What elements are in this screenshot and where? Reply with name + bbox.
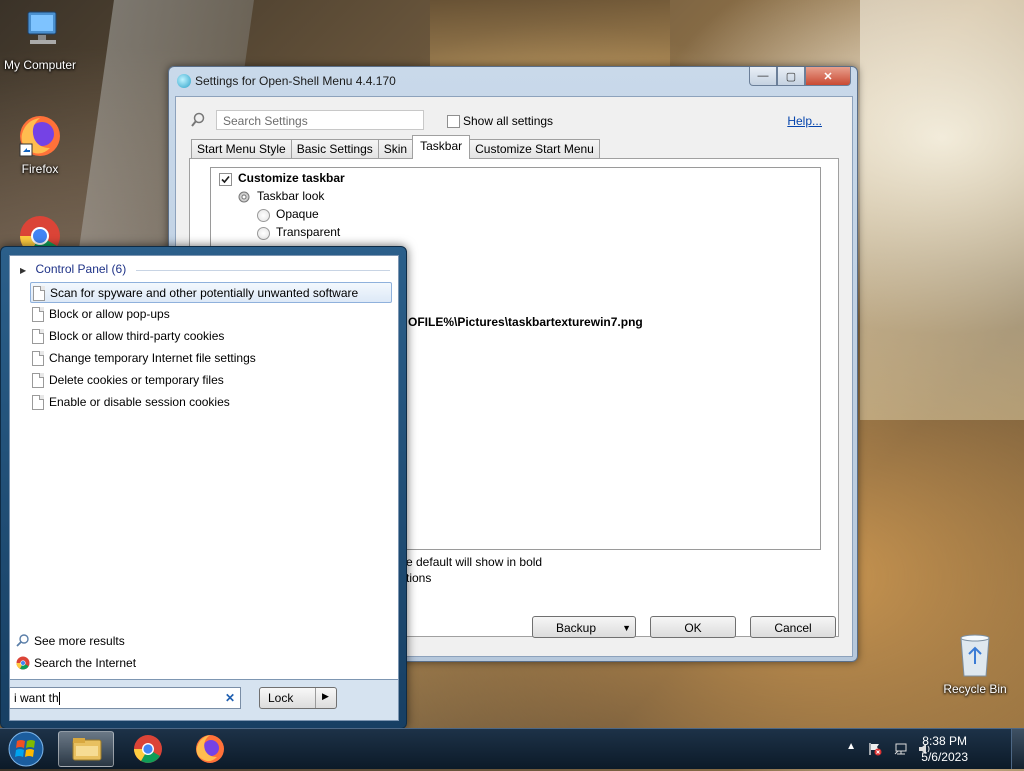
tab-start-menu-style[interactable]: Start Menu Style xyxy=(191,139,292,159)
result-label: Block or allow third-party cookies xyxy=(49,329,225,343)
search-result-item[interactable]: Change temporary Internet file settings xyxy=(30,348,392,369)
control-panel-group-header[interactable]: ▶ Control Panel (6) xyxy=(20,262,390,276)
control-panel-item-icon xyxy=(32,373,44,388)
result-label: Scan for spyware and other potentially u… xyxy=(50,286,359,300)
settings-tabs: Start Menu Style Basic Settings Skin Tas… xyxy=(191,135,600,159)
start-button[interactable] xyxy=(6,730,46,768)
result-label: Change temporary Internet file settings xyxy=(49,351,256,365)
tab-basic-settings[interactable]: Basic Settings xyxy=(290,139,379,159)
header-divider xyxy=(136,270,390,271)
windows-orb-icon xyxy=(8,731,44,767)
window-controls: — ▢ ✕ xyxy=(749,67,851,86)
result-label: Block or allow pop-ups xyxy=(49,307,170,321)
search-result-item[interactable]: Block or allow third-party cookies xyxy=(30,326,392,347)
result-label: Delete cookies or temporary files xyxy=(49,373,224,387)
search-result-item[interactable]: Scan for spyware and other potentially u… xyxy=(30,282,392,303)
start-menu: ▶ Control Panel (6) Scan for spyware and… xyxy=(0,246,407,729)
search-internet-label: Search the Internet xyxy=(34,656,137,670)
control-panel-item-icon xyxy=(32,351,44,366)
lock-label: Lock xyxy=(268,691,294,705)
lock-options-arrow-icon[interactable]: ▶ xyxy=(322,691,329,702)
opaque-label: Opaque xyxy=(276,207,319,221)
see-more-results-link[interactable]: See more results xyxy=(16,631,378,652)
show-all-settings-label: Show all settings xyxy=(463,114,554,128)
taskbar-file-explorer[interactable] xyxy=(58,731,114,767)
recycle-bin-icon xyxy=(955,630,995,680)
desktop-icon-label: Firefox xyxy=(21,162,59,176)
group-header-label: Control Panel (6) xyxy=(35,262,127,276)
result-label: Enable or disable session cookies xyxy=(49,395,230,409)
checkmark-icon xyxy=(221,175,230,184)
action-center-flag-icon[interactable] xyxy=(868,742,882,756)
search-internet-link[interactable]: Search the Internet xyxy=(16,653,378,674)
ok-button[interactable]: OK xyxy=(650,616,736,638)
control-panel-item-icon xyxy=(32,395,44,410)
search-icon xyxy=(16,634,30,655)
window-title: Settings for Open-Shell Menu 4.4.170 xyxy=(195,74,396,88)
show-hidden-icons-icon[interactable]: ▲ xyxy=(846,741,856,752)
dropdown-arrow-icon: ▼ xyxy=(622,623,631,633)
tab-skin[interactable]: Skin xyxy=(377,139,414,159)
show-desktop-button[interactable] xyxy=(1011,729,1024,769)
minimize-button[interactable]: — xyxy=(749,67,777,86)
opaque-radio[interactable] xyxy=(257,209,270,222)
taskbar-firefox[interactable] xyxy=(182,731,238,767)
options-note: tions xyxy=(406,571,432,585)
wallpaper-shard xyxy=(430,0,670,70)
clear-search-icon[interactable]: ✕ xyxy=(225,688,235,708)
firefox-icon xyxy=(16,112,64,160)
taskbar-chrome[interactable] xyxy=(120,731,176,767)
tab-customize-start-menu[interactable]: Customize Start Menu xyxy=(469,139,600,159)
transparent-radio[interactable] xyxy=(257,227,270,240)
maximize-button[interactable]: ▢ xyxy=(777,67,805,86)
control-panel-item-icon xyxy=(32,329,44,344)
system-clock[interactable]: 8:38 PM 5/6/2023 xyxy=(921,733,968,765)
customize-taskbar-label: Customize taskbar xyxy=(238,171,345,185)
taskbar-look-label: Taskbar look xyxy=(257,189,325,203)
file-explorer-icon xyxy=(72,738,102,761)
search-result-item[interactable]: Enable or disable session cookies xyxy=(30,392,392,413)
settings-search-input[interactable]: Search Settings xyxy=(216,110,424,130)
close-button[interactable]: ✕ xyxy=(805,67,851,86)
control-panel-item-icon xyxy=(33,286,45,301)
tab-taskbar[interactable]: Taskbar xyxy=(412,135,471,159)
start-search-input[interactable]: i want th ✕ xyxy=(9,687,241,709)
show-all-settings-checkbox[interactable] xyxy=(447,115,460,128)
search-results-panel: ▶ Control Panel (6) Scan for spyware and… xyxy=(9,255,399,687)
defaults-bold-note: e default will show in bold xyxy=(406,555,543,569)
cancel-button[interactable]: Cancel xyxy=(750,616,836,638)
gear-icon xyxy=(237,190,251,204)
customize-taskbar-checkbox[interactable] xyxy=(219,173,232,186)
help-link[interactable]: Help... xyxy=(787,114,822,128)
clock-time: 8:38 PM xyxy=(922,734,967,748)
desktop-icon-label: Recycle Bin xyxy=(943,682,1007,696)
taskbar: ▲ 8:38 PM 5/6/2023 xyxy=(0,728,1024,769)
wallpaper-shard xyxy=(860,0,1024,420)
expand-arrow-icon: ▶ xyxy=(20,266,27,275)
firefox-icon xyxy=(196,735,224,763)
clock-date: 5/6/2023 xyxy=(921,750,968,764)
desktop-icon-my-computer[interactable]: My Computer xyxy=(0,8,80,72)
transparent-label: Transparent xyxy=(276,225,341,239)
see-more-label: See more results xyxy=(34,634,125,648)
search-result-item[interactable]: Delete cookies or temporary files xyxy=(30,370,392,391)
text-cursor xyxy=(58,692,60,706)
desktop-icon-label: My Computer xyxy=(3,58,77,72)
chrome-icon xyxy=(16,656,30,677)
desktop-icon-firefox[interactable]: Firefox xyxy=(0,112,80,176)
taskbar-texture-path: OFILE%\Pictures\taskbartexturewin7.png xyxy=(408,315,643,329)
lock-divider xyxy=(315,688,316,708)
backup-button[interactable]: Backup ▼ xyxy=(532,616,636,638)
open-shell-app-icon xyxy=(177,74,191,88)
start-search-value: i want th xyxy=(14,691,59,705)
lock-button[interactable]: Lock ▶ xyxy=(259,687,337,709)
backup-label: Backup xyxy=(556,621,597,635)
computer-icon xyxy=(16,8,64,56)
search-result-item[interactable]: Block or allow pop-ups xyxy=(30,304,392,325)
control-panel-item-icon xyxy=(32,307,44,322)
search-icon xyxy=(190,112,206,128)
desktop-icon-recycle-bin[interactable]: Recycle Bin xyxy=(935,630,1015,696)
chrome-icon xyxy=(134,735,162,763)
network-icon[interactable] xyxy=(894,742,908,756)
